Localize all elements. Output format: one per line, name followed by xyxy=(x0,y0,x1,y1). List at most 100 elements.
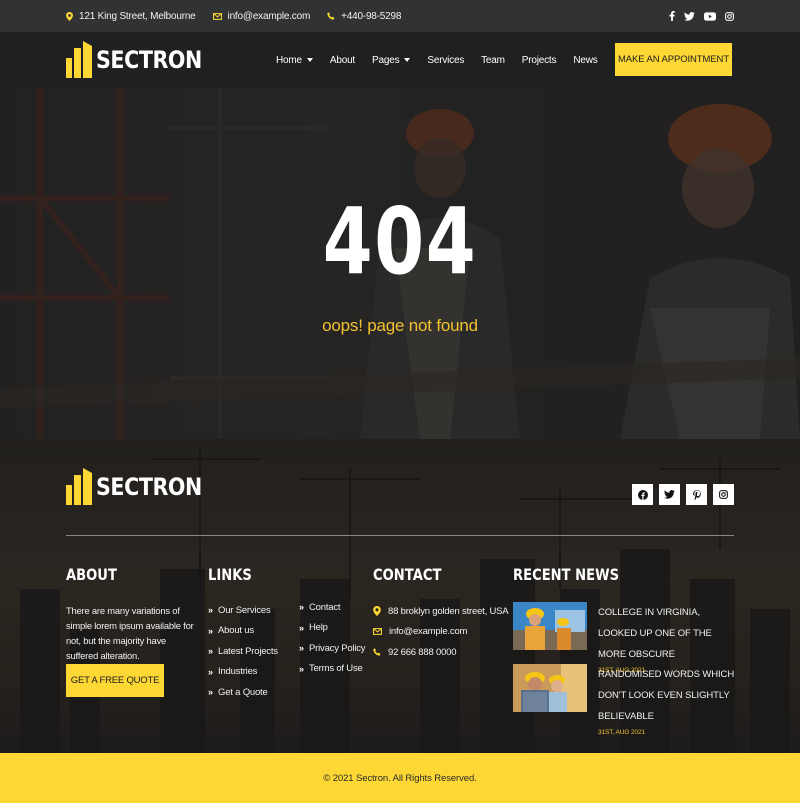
top-address-text: 121 King Street, Melbourne xyxy=(79,10,196,22)
double-chevron-right-icon: » xyxy=(299,622,304,633)
news-image-workers xyxy=(513,602,587,650)
top-contact-info: 121 King Street, Melbourne info@example.… xyxy=(66,0,418,32)
building-logo-icon xyxy=(66,41,92,78)
error-code: 404 xyxy=(322,188,478,295)
footer-link-label: Get a Quote xyxy=(218,686,268,698)
logo-text: SECTRON xyxy=(96,45,202,74)
links-title: LINKS xyxy=(208,565,252,584)
top-email-text[interactable]: info@example.com xyxy=(228,11,311,22)
main-header: SECTRON Home About Pages Services Team Projec… xyxy=(0,32,800,88)
error-message: oops! page not found xyxy=(322,316,478,335)
footer-link-get-a-quote[interactable]: » Get a Quote xyxy=(208,682,278,703)
footer-link-about-us[interactable]: » About us xyxy=(208,621,278,642)
nav-item-label: Services xyxy=(427,54,465,66)
nav-item-home[interactable]: Home xyxy=(276,55,313,66)
links-list-1: » Our Services » About us » Latest Projects » I… xyxy=(208,600,278,703)
caret-down-icon xyxy=(404,58,411,62)
nav-item-projects[interactable]: Projects xyxy=(522,55,557,66)
get-free-quote-button[interactable]: GET A FREE QUOTE xyxy=(66,664,164,697)
nav-item-team[interactable]: Team xyxy=(481,55,505,66)
footer-logo[interactable]: SECTRON xyxy=(66,468,219,505)
footer-link-label: Our Services xyxy=(218,604,271,616)
news-title[interactable]: College in Virginia, looked up one of th… xyxy=(598,602,738,665)
contact-phone[interactable]: 92 666 888 0000 xyxy=(373,642,508,663)
make-appointment-button[interactable]: MAKE AN APPOINTMENT xyxy=(615,43,732,76)
twitter-icon xyxy=(664,490,675,499)
footer-link-label: Industries xyxy=(218,666,258,678)
top-address: 121 King Street, Melbourne xyxy=(66,11,196,22)
footer-link-label: About us xyxy=(218,625,254,637)
hero-404: 404 oops! page not found xyxy=(0,88,800,439)
footer-link-help[interactable]: » Help xyxy=(299,618,365,639)
footer-facebook-button[interactable] xyxy=(632,484,653,505)
nav-item-about[interactable]: About xyxy=(330,55,355,66)
nav-item-label: Pages xyxy=(372,54,400,66)
contact-email-text[interactable]: info@example.com xyxy=(389,626,467,637)
main-nav: HomeAboutPagesServicesTeamProjectsNewsCo… xyxy=(276,32,665,88)
nav-item-services[interactable]: Services xyxy=(427,55,464,66)
footer-instagram-button[interactable] xyxy=(713,484,734,505)
top-social-links xyxy=(669,0,734,32)
copyright-text: © 2021 Sectron. All Rights Reserved. xyxy=(323,772,477,784)
news-thumbnail[interactable] xyxy=(513,664,587,712)
facebook-icon[interactable] xyxy=(669,11,675,21)
site-logo[interactable]: SECTRON xyxy=(66,41,219,78)
nav-item-label: Home xyxy=(276,54,302,66)
double-chevron-right-icon: » xyxy=(208,646,213,657)
nav-item-news[interactable]: News xyxy=(573,55,597,66)
about-text: There are many variations of simple lore… xyxy=(66,605,194,661)
footer-link-terms-of-use[interactable]: » Terms of Use xyxy=(299,659,365,680)
about-title: ABOUT xyxy=(66,565,117,584)
top-phone-text[interactable]: +440-98-5298 xyxy=(341,11,401,22)
twitter-icon[interactable] xyxy=(684,11,695,21)
footer-link-label: Privacy Policy xyxy=(309,642,366,654)
nav-item-label: Team xyxy=(481,54,505,66)
envelope-icon xyxy=(373,628,382,636)
news-date: 31ST, AUG 2021 xyxy=(598,729,646,736)
news-item[interactable]: Randomised words which don't look even s… xyxy=(513,664,738,736)
nav-item-pages[interactable]: Pages xyxy=(372,54,411,66)
footer-link-industries[interactable]: » Industries xyxy=(208,662,278,683)
double-chevron-right-icon: » xyxy=(299,602,304,613)
contact-phone-text[interactable]: 92 666 888 0000 xyxy=(388,647,457,658)
double-chevron-right-icon: » xyxy=(208,625,213,636)
pinterest-icon xyxy=(692,489,701,500)
youtube-icon[interactable] xyxy=(704,11,716,21)
news-thumbnail[interactable] xyxy=(513,602,587,650)
double-chevron-right-icon: » xyxy=(299,643,304,654)
footer-link-latest-projects[interactable]: » Latest Projects xyxy=(208,641,278,662)
double-chevron-right-icon: » xyxy=(208,605,213,616)
map-marker-icon xyxy=(66,11,73,21)
footer-pinterest-button[interactable] xyxy=(686,484,707,505)
nav-item-label: About xyxy=(329,54,356,66)
double-chevron-right-icon: » xyxy=(299,663,304,674)
footer-social-links xyxy=(632,484,734,505)
top-bar: 121 King Street, Melbourne info@example.… xyxy=(0,0,800,32)
nav-item-label: Projects xyxy=(521,54,557,66)
top-email[interactable]: info@example.com xyxy=(212,11,311,22)
building-logo-icon xyxy=(66,468,92,505)
caret-down-icon xyxy=(306,58,313,62)
footer-link-label: Terms of Use xyxy=(309,663,363,675)
footer-link-contact[interactable]: » Contact xyxy=(299,597,365,618)
contact-address: 88 broklyn golden street, USA xyxy=(373,601,509,622)
news-image-engineers xyxy=(513,664,587,712)
footer-link-privacy-policy[interactable]: » Privacy Policy xyxy=(299,638,366,659)
links-list-2: » Contact » Help » Privacy Policy » Terms of Us… xyxy=(299,597,366,680)
top-phone[interactable]: +440-98-5298 xyxy=(327,11,401,22)
double-chevron-right-icon: » xyxy=(208,687,213,698)
footer-link-our-services[interactable]: » Our Services xyxy=(208,600,278,621)
footer-twitter-button[interactable] xyxy=(659,484,680,505)
news-title[interactable]: Randomised words which don't look even s… xyxy=(598,664,738,727)
contact-list: 88 broklyn golden street, USA info@examp… xyxy=(373,601,509,663)
phone-icon xyxy=(327,12,335,20)
map-marker-icon xyxy=(373,606,381,617)
instagram-icon[interactable] xyxy=(725,11,734,21)
contact-email[interactable]: info@example.com xyxy=(373,622,508,643)
facebook-icon xyxy=(637,489,648,500)
contact-title: CONTACT xyxy=(373,565,442,584)
double-chevron-right-icon: » xyxy=(208,666,213,677)
footer-link-label: Latest Projects xyxy=(218,645,278,657)
copyright-bar: © 2021 Sectron. All Rights Reserved. xyxy=(0,753,800,803)
contact-address-text: 88 broklyn golden street, USA xyxy=(388,605,509,617)
